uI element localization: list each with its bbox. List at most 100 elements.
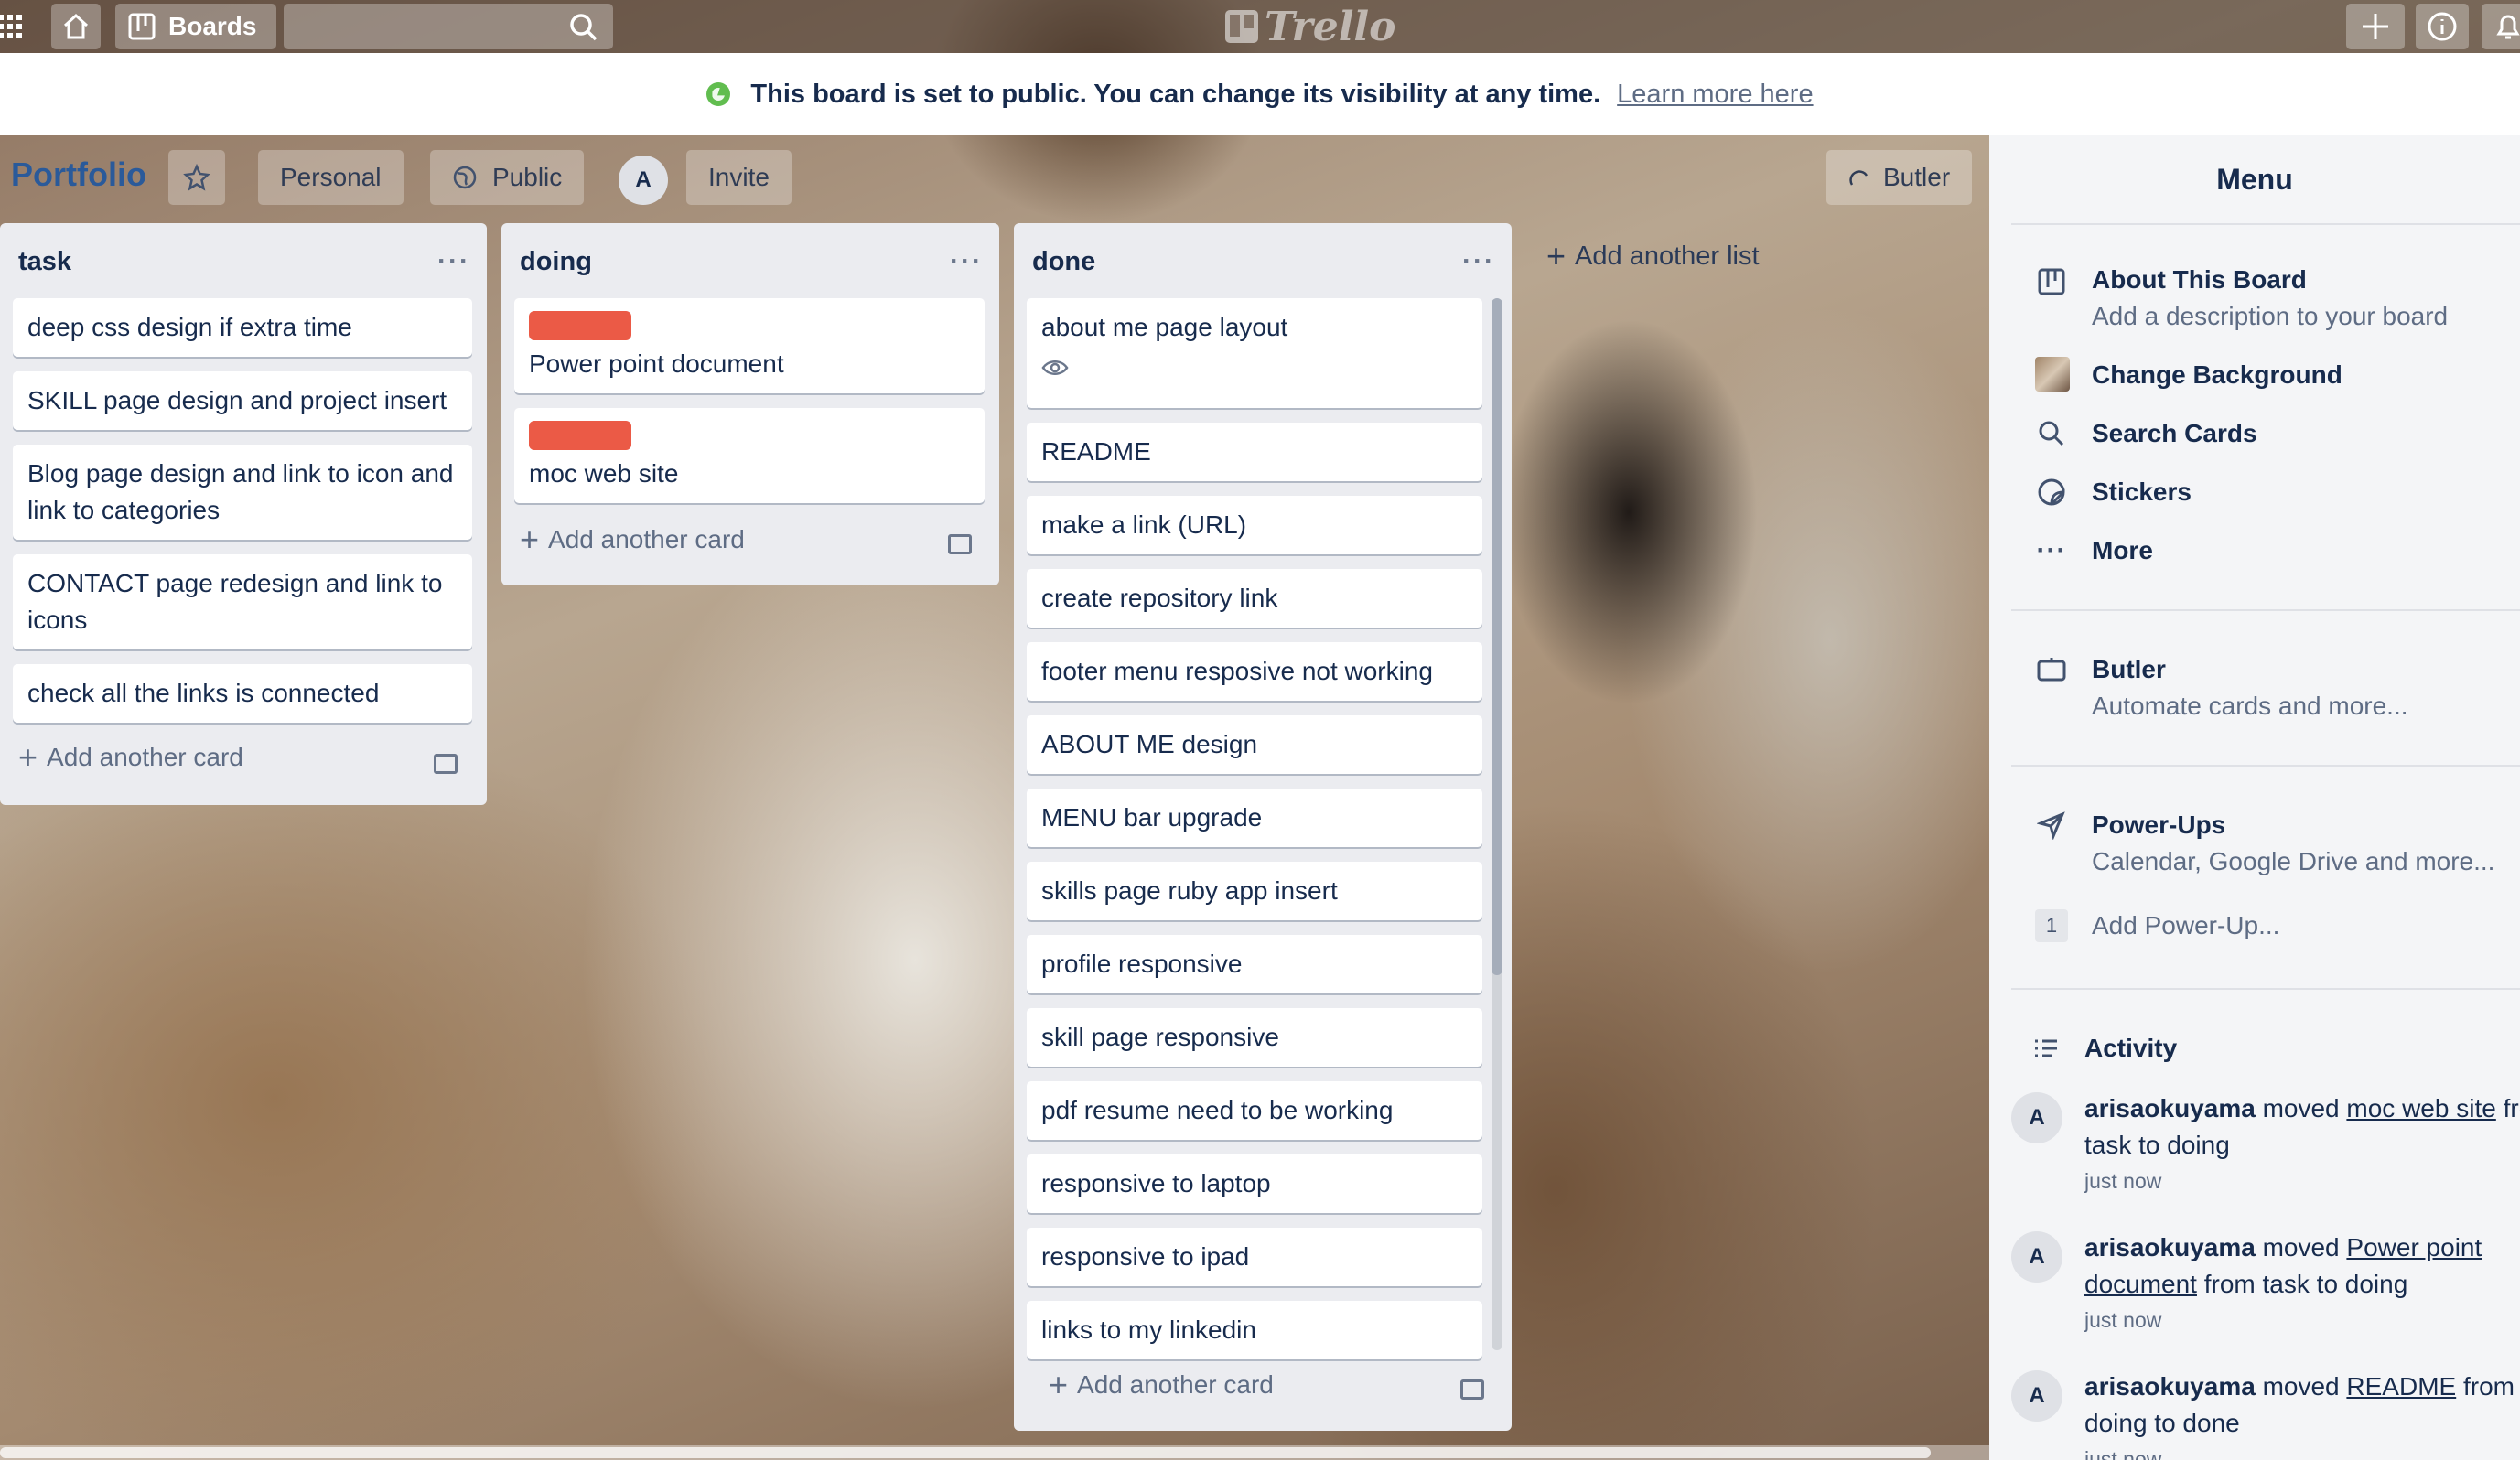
- trello-logo[interactable]: Trello: [1224, 2, 1396, 51]
- list-scrollbar[interactable]: [1492, 298, 1502, 1350]
- visibility-button[interactable]: Public: [430, 150, 585, 205]
- add-card-label: Add another card: [548, 525, 745, 553]
- member-avatar[interactable]: A: [619, 156, 668, 205]
- card-title: check all the links is connected: [27, 679, 380, 707]
- notifications-button[interactable]: [2482, 4, 2520, 49]
- list-doing[interactable]: doing ··· Power point document moc web s…: [501, 223, 999, 585]
- card[interactable]: skill page responsive: [1027, 1008, 1482, 1067]
- stickers-link[interactable]: Stickers: [2092, 478, 2192, 507]
- powerup-count-badge: 1: [2035, 909, 2068, 942]
- apps-button[interactable]: [0, 4, 26, 49]
- activity-detail: from task to doing: [2203, 1270, 2408, 1298]
- butler-icon: [2035, 653, 2068, 686]
- card[interactable]: moc web site: [514, 408, 985, 503]
- list-menu-icon[interactable]: ···: [437, 246, 470, 277]
- globe-icon: [706, 82, 731, 106]
- search-input[interactable]: [284, 4, 613, 49]
- activity-time[interactable]: just now: [2084, 1447, 2161, 1460]
- activity-user[interactable]: arisaokuyama: [2084, 1233, 2256, 1261]
- card-template-icon[interactable]: [1460, 1379, 1484, 1400]
- eye-icon: [1041, 351, 1468, 388]
- card[interactable]: MENU bar upgrade: [1027, 789, 1482, 847]
- card[interactable]: skills page ruby app insert: [1027, 862, 1482, 920]
- card[interactable]: check all the links is connected: [13, 664, 472, 723]
- card[interactable]: create repository link: [1027, 569, 1482, 628]
- activity-card-link[interactable]: README: [2346, 1372, 2456, 1401]
- avatar[interactable]: A: [2011, 1231, 2062, 1283]
- list-task[interactable]: task ··· deep css design if extra time S…: [0, 223, 487, 805]
- card[interactable]: responsive to ipad: [1027, 1228, 1482, 1286]
- list-title[interactable]: doing: [520, 247, 592, 277]
- activity-entry: arisaokuyama moved Power point document …: [2084, 1229, 2520, 1303]
- activity-card-link[interactable]: moc web site: [2346, 1094, 2495, 1122]
- card-title: MENU bar upgrade: [1041, 803, 1263, 832]
- list-title[interactable]: task: [18, 247, 71, 277]
- activity-user[interactable]: arisaokuyama: [2084, 1372, 2256, 1401]
- list-menu-icon[interactable]: ···: [1462, 246, 1495, 277]
- plus-icon: +: [1546, 237, 1567, 274]
- card[interactable]: CONTACT page redesign and link to icons: [13, 554, 472, 649]
- card[interactable]: pdf resume need to be working: [1027, 1081, 1482, 1140]
- butler-link[interactable]: Butler: [2092, 655, 2166, 684]
- card[interactable]: about me page layout: [1027, 298, 1482, 408]
- card-template-icon[interactable]: [434, 754, 458, 774]
- powerups-link[interactable]: Power-Ups: [2092, 811, 2225, 840]
- invite-button[interactable]: Invite: [686, 150, 792, 205]
- activity-time[interactable]: just now: [2084, 1308, 2161, 1333]
- avatar[interactable]: A: [2011, 1092, 2062, 1143]
- list-done[interactable]: done ··· about me page layout README mak…: [1014, 223, 1512, 1431]
- learn-more-link[interactable]: Learn more here: [1617, 80, 1813, 110]
- add-list-button[interactable]: + Add another list: [1546, 229, 1760, 284]
- card[interactable]: Power point document: [514, 298, 985, 393]
- card[interactable]: README: [1027, 423, 1482, 481]
- board-title[interactable]: Portfolio: [11, 156, 146, 194]
- info-button[interactable]: [2416, 4, 2469, 49]
- add-powerup-link[interactable]: Add Power-Up...: [2092, 911, 2279, 940]
- about-board-subtitle[interactable]: Add a description to your board: [2092, 302, 2448, 331]
- scrollbar-thumb[interactable]: [1492, 298, 1502, 975]
- background-thumbnail: [2035, 357, 2070, 392]
- add-card-button[interactable]: + Add another card: [520, 523, 745, 556]
- card[interactable]: footer menu resposive not working: [1027, 642, 1482, 701]
- create-button[interactable]: [2346, 4, 2405, 49]
- star-button[interactable]: [168, 150, 225, 205]
- card[interactable]: make a link (URL): [1027, 496, 1482, 554]
- card[interactable]: SKILL page design and project insert: [13, 371, 472, 430]
- activity-user[interactable]: arisaokuyama: [2084, 1094, 2256, 1122]
- board-horizontal-scrollbar[interactable]: [0, 1445, 1989, 1460]
- avatar[interactable]: A: [2011, 1370, 2062, 1422]
- scrollbar-thumb[interactable]: [0, 1447, 1931, 1458]
- card-title: Blog page design and link to icon and li…: [27, 459, 454, 524]
- search-icon: [2035, 417, 2068, 450]
- banner-message: This board is set to public. You can cha…: [750, 79, 1601, 109]
- list-title[interactable]: done: [1032, 247, 1095, 277]
- activity-entry: arisaokuyama moved README from doing to …: [2084, 1369, 2520, 1442]
- butler-subtitle[interactable]: Automate cards and more...: [2092, 692, 2408, 721]
- boards-button[interactable]: Boards: [115, 4, 276, 49]
- activity-verb: moved: [2262, 1094, 2340, 1122]
- search-cards-link[interactable]: Search Cards: [2092, 419, 2257, 448]
- more-link[interactable]: More: [2092, 536, 2153, 565]
- divider: [2011, 609, 2520, 611]
- plus-icon: +: [1049, 1366, 1069, 1403]
- activity-time[interactable]: just now: [2084, 1169, 2161, 1194]
- change-background-link[interactable]: Change Background: [2092, 360, 2342, 390]
- butler-button[interactable]: Butler: [1826, 150, 1973, 205]
- list-menu-icon[interactable]: ···: [950, 246, 983, 277]
- visibility-banner: This board is set to public. You can cha…: [0, 53, 2520, 135]
- plus-icon: [2363, 14, 2388, 39]
- card[interactable]: ABOUT ME design: [1027, 715, 1482, 774]
- powerups-subtitle[interactable]: Calendar, Google Drive and more...: [2092, 847, 2494, 876]
- add-card-button[interactable]: + Add another card: [18, 741, 243, 774]
- add-card-button[interactable]: + Add another card: [1049, 1366, 1274, 1403]
- card[interactable]: responsive to laptop: [1027, 1154, 1482, 1213]
- team-button[interactable]: Personal: [258, 150, 404, 205]
- card[interactable]: profile responsive: [1027, 935, 1482, 993]
- about-board-link[interactable]: About This Board: [2092, 265, 2307, 295]
- card[interactable]: Blog page design and link to icon and li…: [13, 445, 472, 540]
- card-template-icon[interactable]: [948, 534, 972, 554]
- list-header: doing ···: [501, 223, 999, 300]
- card[interactable]: links to my linkedin: [1027, 1301, 1482, 1359]
- home-button[interactable]: [51, 4, 101, 49]
- card[interactable]: deep css design if extra time: [13, 298, 472, 357]
